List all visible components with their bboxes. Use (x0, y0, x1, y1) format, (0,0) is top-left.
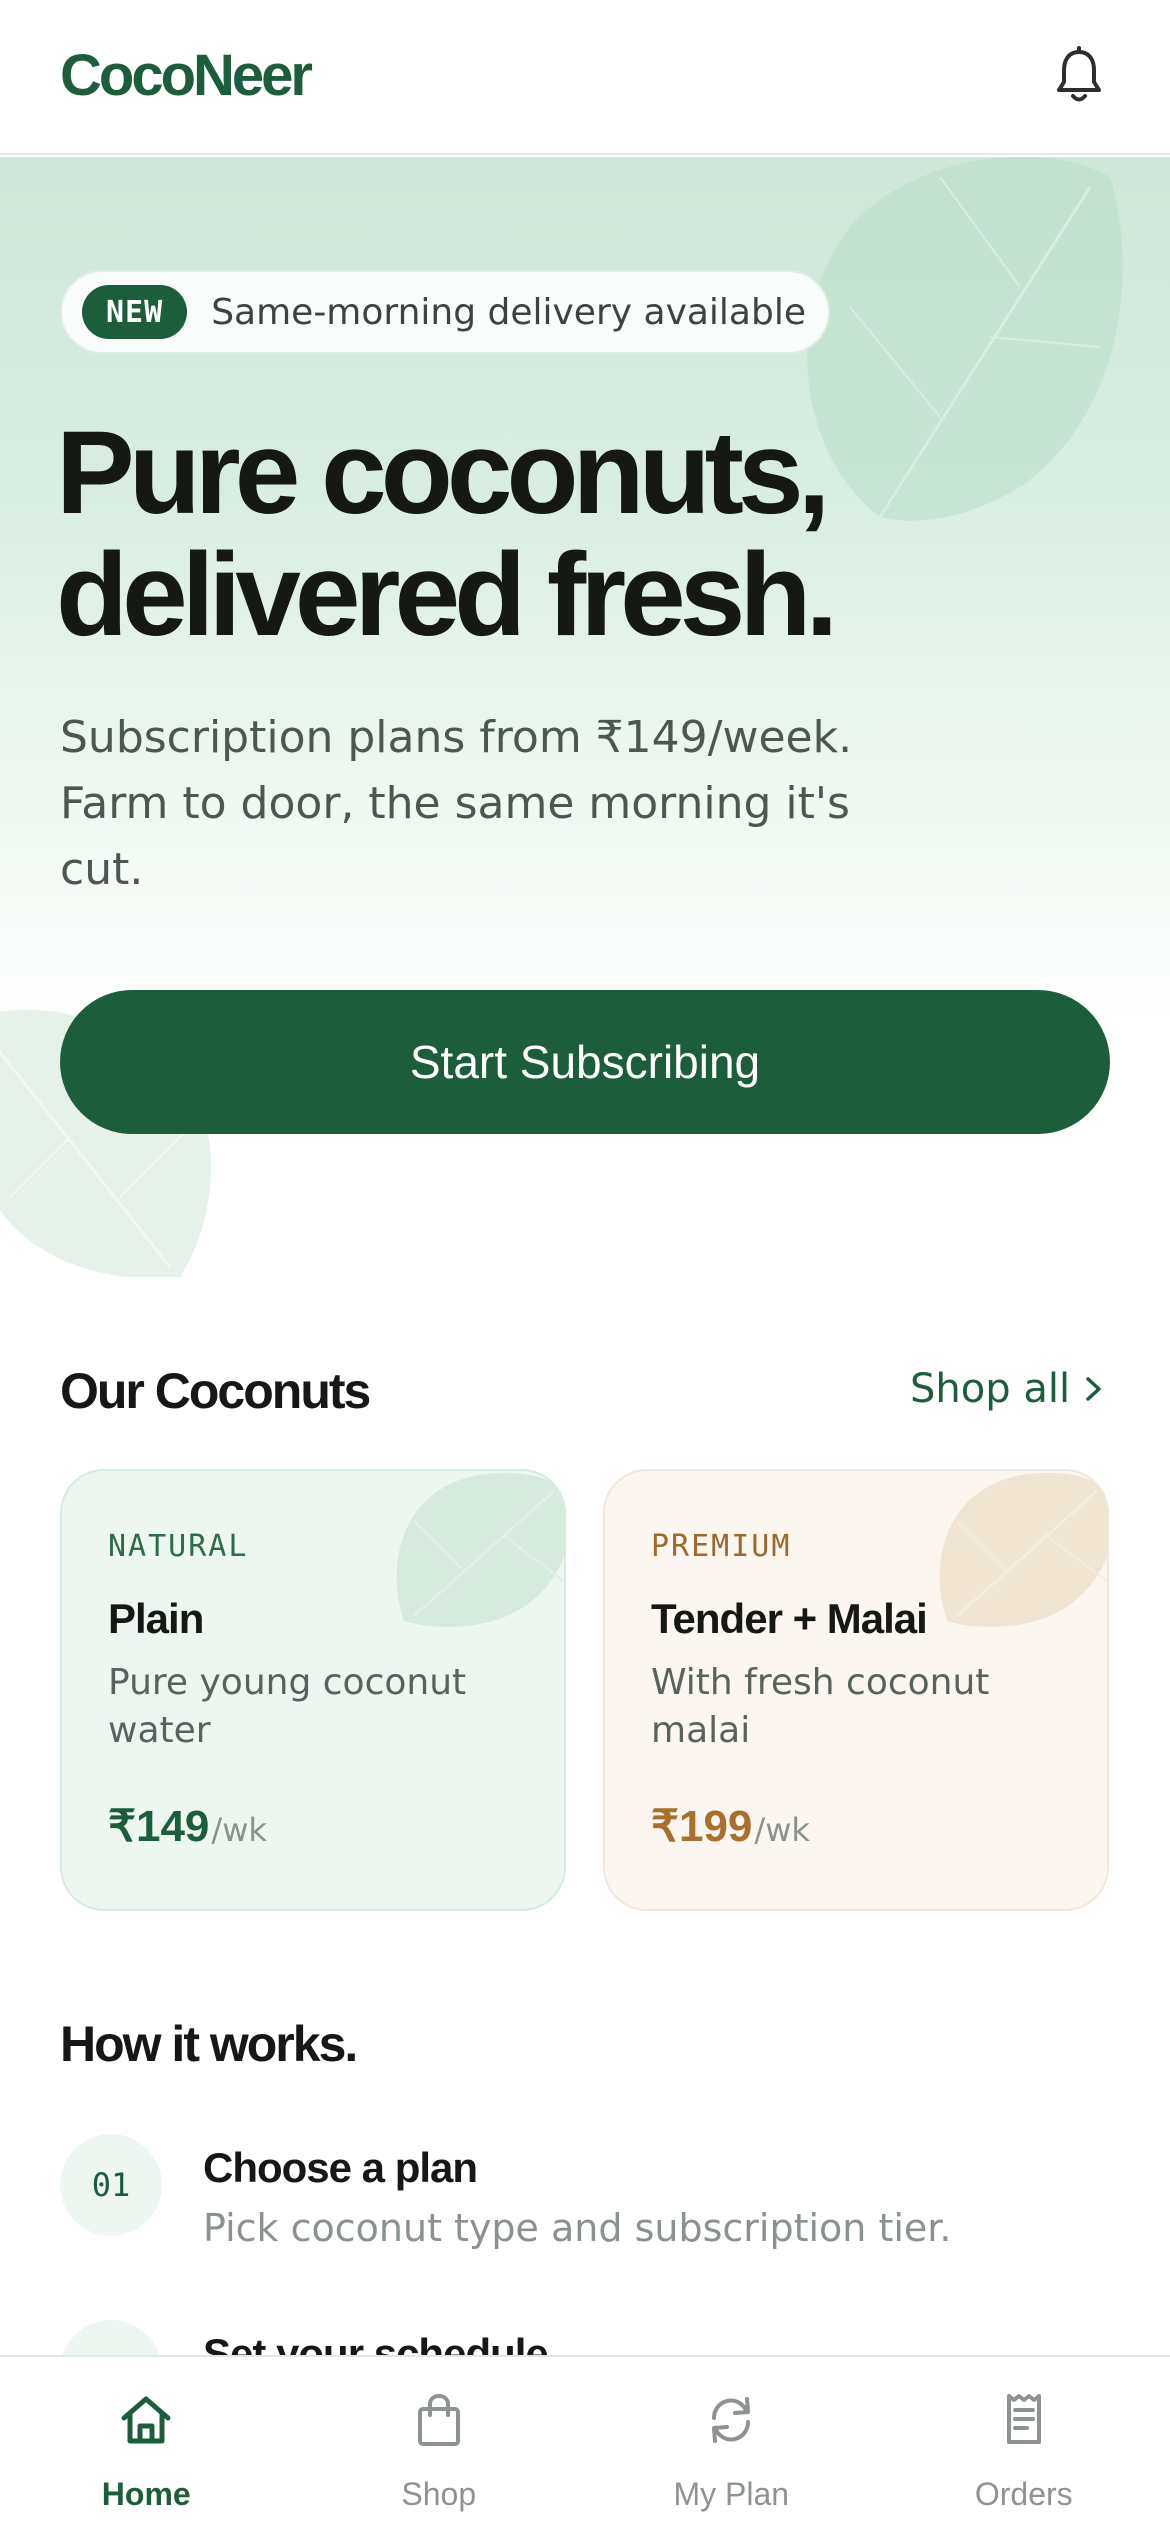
hero-section: NEW Same-morning delivery available Pure… (0, 157, 1170, 1277)
product-card-tender-malai[interactable]: PREMIUM Tender + Malai With fresh coconu… (603, 1469, 1109, 1911)
bell-icon[interactable] (1053, 46, 1105, 106)
delivery-banner: NEW Same-morning delivery available (60, 270, 830, 354)
nav-item-orders[interactable]: Orders (878, 2357, 1170, 2532)
shop-all-link[interactable]: Shop all (910, 1366, 1106, 1412)
start-subscribing-button[interactable]: Start Subscribing (60, 990, 1110, 1134)
product-card-plain[interactable]: NATURAL Plain Pure young coconut water ₹… (60, 1469, 566, 1911)
price-unit: /wk (754, 1811, 810, 1849)
hero-subtitle: Subscription plans from ₹149/week. Farm … (60, 712, 853, 895)
nav-item-my-plan[interactable]: My Plan (585, 2357, 878, 2532)
product-price: ₹149 /wk (108, 1801, 267, 1852)
shopping-bag-icon (417, 2393, 460, 2446)
refresh-icon (712, 2397, 751, 2443)
product-price: ₹199 /wk (651, 1801, 810, 1852)
step-description: Pick coconut type and subscription tier. (203, 2206, 952, 2250)
app-logo[interactable]: CocoNeer (60, 42, 313, 109)
step-number: 01 (60, 2134, 162, 2236)
hero-title-line: delivered fresh. (56, 529, 838, 661)
shop-all-label: Shop all (910, 1366, 1071, 1412)
app-header: CocoNeer (0, 0, 1170, 155)
leaf-decoration (939, 1472, 1107, 1627)
section-title: Our Coconuts (60, 1363, 371, 1419)
product-description: Pure young coconut water (108, 1662, 467, 1751)
nav-label: Shop (401, 2476, 477, 2512)
chevron-right-icon (1086, 1377, 1101, 1401)
nav-label: Home (101, 2476, 191, 2512)
hero-title: Pure coconuts, delivered fresh. (56, 412, 1056, 656)
price-unit: /wk (211, 1811, 267, 1849)
product-tag: PREMIUM (651, 1529, 792, 1564)
nav-item-shop[interactable]: Shop (293, 2357, 586, 2532)
product-description: With fresh coconut malai (651, 1662, 990, 1751)
step-title: Choose a plan (203, 2144, 478, 2191)
new-badge: NEW (82, 285, 188, 339)
nav-label: My Plan (673, 2476, 790, 2512)
step-item: 01 Choose a plan Pick coconut type and s… (60, 2134, 1110, 2250)
product-tag: NATURAL (108, 1529, 249, 1564)
price-value: ₹149 (108, 1802, 210, 1851)
receipt-icon (1006, 2394, 1041, 2444)
section-title: How it works. (60, 2016, 358, 2072)
nav-label: Orders (974, 2476, 1073, 2512)
product-name: Tender + Malai (651, 1595, 928, 1642)
banner-text: Same-morning delivery available (211, 291, 806, 333)
home-icon (121, 2396, 171, 2444)
product-name: Plain (108, 1595, 204, 1642)
bottom-nav: Home Shop My Plan Orders (0, 2355, 1170, 2532)
hero-title-line: Pure coconuts, (56, 407, 830, 539)
price-value: ₹199 (651, 1802, 753, 1851)
nav-item-home[interactable]: Home (0, 2357, 293, 2532)
leaf-decoration (396, 1472, 564, 1627)
